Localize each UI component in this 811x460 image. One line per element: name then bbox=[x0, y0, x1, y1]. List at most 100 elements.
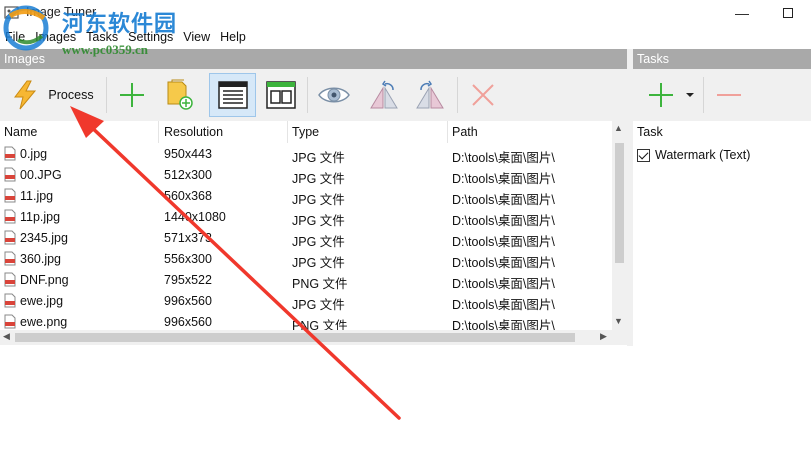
table-row[interactable]: 360.jpg 556x300 JPG 文件 D:\tools\桌面\图片\ bbox=[0, 249, 612, 270]
toolbar-separator bbox=[457, 77, 458, 113]
cell-name: ewe.jpg bbox=[20, 294, 64, 308]
task-checkbox[interactable] bbox=[637, 148, 650, 162]
cell-name: 00.JPG bbox=[20, 168, 62, 182]
thumbnail-view-button[interactable] bbox=[259, 73, 303, 117]
cell-type: JPG 文件 bbox=[292, 151, 345, 165]
table-row[interactable]: 11.jpg 560x368 JPG 文件 D:\tools\桌面\图片\ bbox=[0, 186, 612, 207]
thumbnail-view-icon bbox=[266, 81, 296, 109]
cell-path: D:\tools\桌面\图片\ bbox=[452, 298, 555, 312]
table-row[interactable]: 0.jpg 950x443 JPG 文件 D:\tools\桌面\图片\ bbox=[0, 144, 612, 165]
cell-type: JPG 文件 bbox=[292, 235, 345, 249]
empty-area bbox=[0, 346, 811, 460]
table-row[interactable]: 11p.jpg 1440x1080 JPG 文件 D:\tools\桌面\图片\ bbox=[0, 207, 612, 228]
cell-resolution: 571x373 bbox=[164, 231, 212, 245]
cell-resolution: 556x300 bbox=[164, 252, 212, 266]
images-table: Name Resolution Type Path 0.jpg 950x443 JP… bbox=[0, 121, 627, 346]
jpg-file-icon bbox=[4, 209, 16, 224]
cell-name: 0.jpg bbox=[20, 147, 48, 161]
add-task-dropdown[interactable] bbox=[683, 73, 697, 117]
scroll-right-icon[interactable]: ▶ bbox=[600, 331, 607, 342]
scroll-up-icon[interactable]: ▲ bbox=[614, 123, 623, 133]
column-header-type[interactable]: Type bbox=[288, 121, 448, 143]
cell-name: 360.jpg bbox=[20, 252, 62, 266]
toolbar-separator bbox=[106, 77, 107, 113]
details-view-button[interactable] bbox=[209, 73, 256, 117]
task-column-header[interactable]: Task bbox=[637, 125, 663, 139]
cell-path: D:\tools\桌面\图片\ bbox=[452, 193, 555, 207]
column-header-name[interactable]: Name bbox=[0, 121, 159, 143]
cell-resolution: 795x522 bbox=[164, 273, 212, 287]
cell-name: 11.jpg bbox=[20, 189, 54, 203]
column-header-path[interactable]: Path bbox=[448, 121, 612, 143]
minus-icon bbox=[717, 94, 741, 96]
column-header-resolution[interactable]: Resolution bbox=[160, 121, 288, 143]
tasks-toolbar bbox=[633, 69, 811, 121]
cell-name: 2345.jpg bbox=[20, 231, 68, 245]
cell-type: JPG 文件 bbox=[292, 256, 345, 270]
table-row[interactable]: ewe.jpg 996x560 JPG 文件 D:\tools\桌面\图片\ bbox=[0, 291, 612, 312]
jpg-file-icon bbox=[4, 167, 16, 182]
watermark-url: www.pc0359.cn bbox=[62, 42, 148, 57]
vertical-scroll-thumb[interactable] bbox=[615, 143, 624, 263]
rotate-left-button[interactable] bbox=[362, 73, 406, 117]
cell-path: D:\tools\桌面\图片\ bbox=[452, 235, 555, 249]
cell-path: D:\tools\桌面\图片\ bbox=[452, 214, 555, 228]
add-icon bbox=[120, 83, 144, 107]
cell-path: D:\tools\桌面\图片\ bbox=[452, 151, 555, 165]
process-button[interactable]: Process bbox=[4, 73, 102, 117]
table-header: Name Resolution Type Path bbox=[0, 121, 612, 143]
jpg-file-icon bbox=[4, 146, 16, 161]
remove-task-button[interactable] bbox=[709, 73, 749, 117]
table-row[interactable]: 2345.jpg 571x373 JPG 文件 D:\tools\桌面\图片\ bbox=[0, 228, 612, 249]
watermark-logo-icon bbox=[3, 5, 49, 51]
scrollbar-corner bbox=[612, 330, 627, 345]
horizontal-scroll-thumb[interactable] bbox=[15, 333, 575, 342]
cell-resolution: 560x368 bbox=[164, 189, 212, 203]
horizontal-scrollbar[interactable]: ◀ ▶ bbox=[0, 330, 612, 345]
jpg-file-icon bbox=[4, 293, 16, 308]
maximize-button[interactable] bbox=[765, 0, 811, 26]
table-row[interactable]: 00.JPG 512x300 JPG 文件 D:\tools\桌面\图片\ bbox=[0, 165, 612, 186]
png-file-icon bbox=[4, 314, 16, 329]
add-images-button[interactable] bbox=[110, 73, 154, 117]
add-folder-button[interactable] bbox=[158, 73, 202, 117]
rotate-right-icon bbox=[416, 80, 444, 109]
jpg-file-icon bbox=[4, 230, 16, 245]
process-icon bbox=[14, 80, 37, 110]
toolbar-separator bbox=[703, 77, 704, 113]
preview-button[interactable] bbox=[311, 73, 357, 117]
cell-name: DNF.png bbox=[20, 273, 69, 287]
task-item[interactable]: Watermark (Text) bbox=[637, 148, 750, 162]
cell-resolution: 996x560 bbox=[164, 294, 212, 308]
task-label: Watermark (Text) bbox=[655, 148, 751, 162]
cell-name: 11p.jpg bbox=[20, 210, 61, 224]
scroll-down-icon[interactable]: ▼ bbox=[614, 316, 623, 326]
rotate-right-button[interactable] bbox=[408, 73, 452, 117]
cell-resolution: 512x300 bbox=[164, 168, 212, 182]
cell-resolution: 996x560 bbox=[164, 315, 212, 329]
scroll-left-icon[interactable]: ◀ bbox=[3, 331, 10, 342]
vertical-scrollbar[interactable]: ▲ ▼ bbox=[612, 121, 627, 331]
cell-path: D:\tools\桌面\图片\ bbox=[452, 256, 555, 270]
preview-icon bbox=[318, 87, 350, 103]
table-row[interactable]: DNF.png 795x522 PNG 文件 D:\tools\桌面\图片\ bbox=[0, 270, 612, 291]
rotate-left-icon bbox=[370, 80, 398, 109]
cell-type: JPG 文件 bbox=[292, 193, 345, 207]
add-icon bbox=[649, 83, 673, 107]
menu-view[interactable]: View bbox=[178, 27, 215, 47]
cell-type: JPG 文件 bbox=[292, 172, 345, 186]
process-label: Process bbox=[48, 88, 94, 102]
jpg-file-icon bbox=[4, 251, 16, 266]
chevron-down-icon bbox=[686, 93, 694, 97]
cell-name: ewe.png bbox=[20, 315, 68, 329]
tasks-list: Task Watermark (Text) bbox=[633, 121, 811, 346]
remove-images-button[interactable] bbox=[461, 73, 505, 117]
add-folder-icon bbox=[167, 79, 193, 110]
app-window: Image Tuner — File Images Tasks Settings… bbox=[0, 0, 811, 460]
add-task-button[interactable] bbox=[639, 73, 683, 117]
png-file-icon bbox=[4, 272, 16, 287]
menu-help[interactable]: Help bbox=[215, 27, 251, 47]
minimize-button[interactable]: — bbox=[719, 0, 765, 26]
cell-type: JPG 文件 bbox=[292, 214, 345, 228]
maximize-icon bbox=[783, 8, 793, 18]
